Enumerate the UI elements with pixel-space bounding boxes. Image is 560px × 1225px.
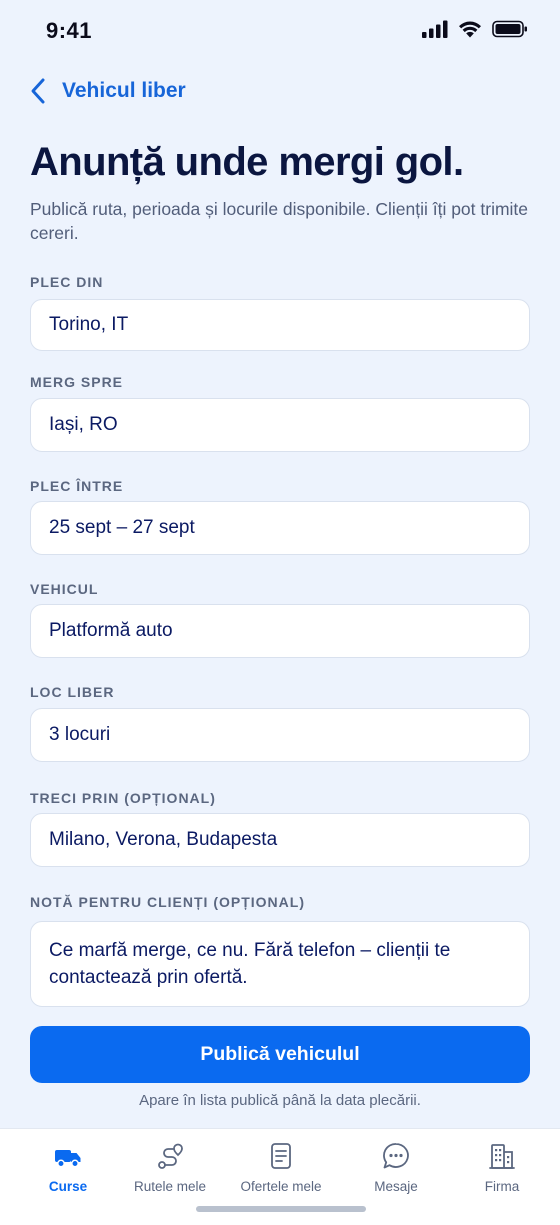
cellular-signal-icon xyxy=(422,20,448,38)
from-label: PLEC DIN xyxy=(30,274,104,290)
via-input[interactable]: Milano, Verona, Budapesta xyxy=(30,813,530,867)
truck-icon xyxy=(55,1150,81,1168)
battery-icon xyxy=(492,20,527,38)
field-to: MERG SPRE Iași, RO xyxy=(30,372,530,452)
to-input[interactable]: Iași, RO xyxy=(30,398,530,452)
tab-rutele-mele[interactable]: Rutele mele xyxy=(114,1141,226,1194)
building-icon xyxy=(489,1144,515,1169)
tab-curse[interactable]: Curse xyxy=(12,1141,124,1194)
note-label: NOTĂ PENTRU CLIENȚI (OPȚIONAL) xyxy=(30,894,305,910)
tab-label-firma: Firma xyxy=(484,1179,520,1194)
vehicle-label: VEHICUL xyxy=(30,581,99,597)
home-indicator xyxy=(196,1206,366,1212)
tab-mesaje[interactable]: Mesaje xyxy=(340,1141,452,1194)
page-subtitle: Publică ruta, perioada și locurile dispo… xyxy=(30,199,529,243)
field-note: NOTĂ PENTRU CLIENȚI (OPȚIONAL) Ce marfă … xyxy=(30,892,530,1007)
capacity-input[interactable]: 3 locuri xyxy=(30,708,530,762)
document-icon xyxy=(271,1143,291,1169)
from-input[interactable]: Torino, IT xyxy=(30,299,530,351)
back-button[interactable]: Vehicul liber xyxy=(28,72,186,110)
publish-note: Apare în lista publică până la data plec… xyxy=(139,1092,421,1109)
route-icon xyxy=(158,1143,183,1169)
tab-label-curse: Curse xyxy=(48,1179,88,1194)
tab-ofertele-mele[interactable]: Ofertele mele xyxy=(225,1141,337,1194)
status-icons xyxy=(422,20,528,38)
publish-button[interactable]: Publică vehiculul xyxy=(30,1026,530,1083)
to-label: MERG SPRE xyxy=(30,374,124,390)
back-label: Vehicul liber xyxy=(62,79,186,102)
tab-label-mesaje: Mesaje xyxy=(374,1179,418,1194)
field-via: TRECI PRIN (OPȚIONAL) Milano, Verona, Bu… xyxy=(30,788,530,867)
tab-firma[interactable]: Firma xyxy=(446,1141,558,1194)
via-label: TRECI PRIN (OPȚIONAL) xyxy=(30,790,216,806)
field-dates: PLEC ÎNTRE 25 sept – 27 sept xyxy=(30,476,530,555)
tab-label-rutele-mele: Rutele mele xyxy=(133,1179,207,1194)
dates-input[interactable]: 25 sept – 27 sept xyxy=(30,501,530,555)
note-textarea[interactable]: Ce marfă merge, ce nu. Fără telefon – cl… xyxy=(30,921,530,1007)
field-from: PLEC DIN Torino, IT xyxy=(30,272,530,351)
status-time: 9:41 xyxy=(46,18,93,43)
vehicle-select[interactable]: Platformă auto xyxy=(30,604,530,658)
dates-label: PLEC ÎNTRE xyxy=(30,478,124,494)
capacity-label: LOC LIBER xyxy=(30,684,115,700)
page-title: Anunță unde mergi gol. xyxy=(30,140,464,184)
chevron-left-icon xyxy=(31,78,45,104)
status-bar: 9:41 xyxy=(0,0,560,64)
chat-icon xyxy=(383,1143,409,1169)
field-capacity: LOC LIBER 3 locuri xyxy=(30,682,530,762)
tab-label-ofertele-mele: Ofertele mele xyxy=(240,1179,322,1194)
wifi-icon xyxy=(459,21,481,38)
field-vehicle: VEHICUL Platformă auto xyxy=(30,579,530,658)
